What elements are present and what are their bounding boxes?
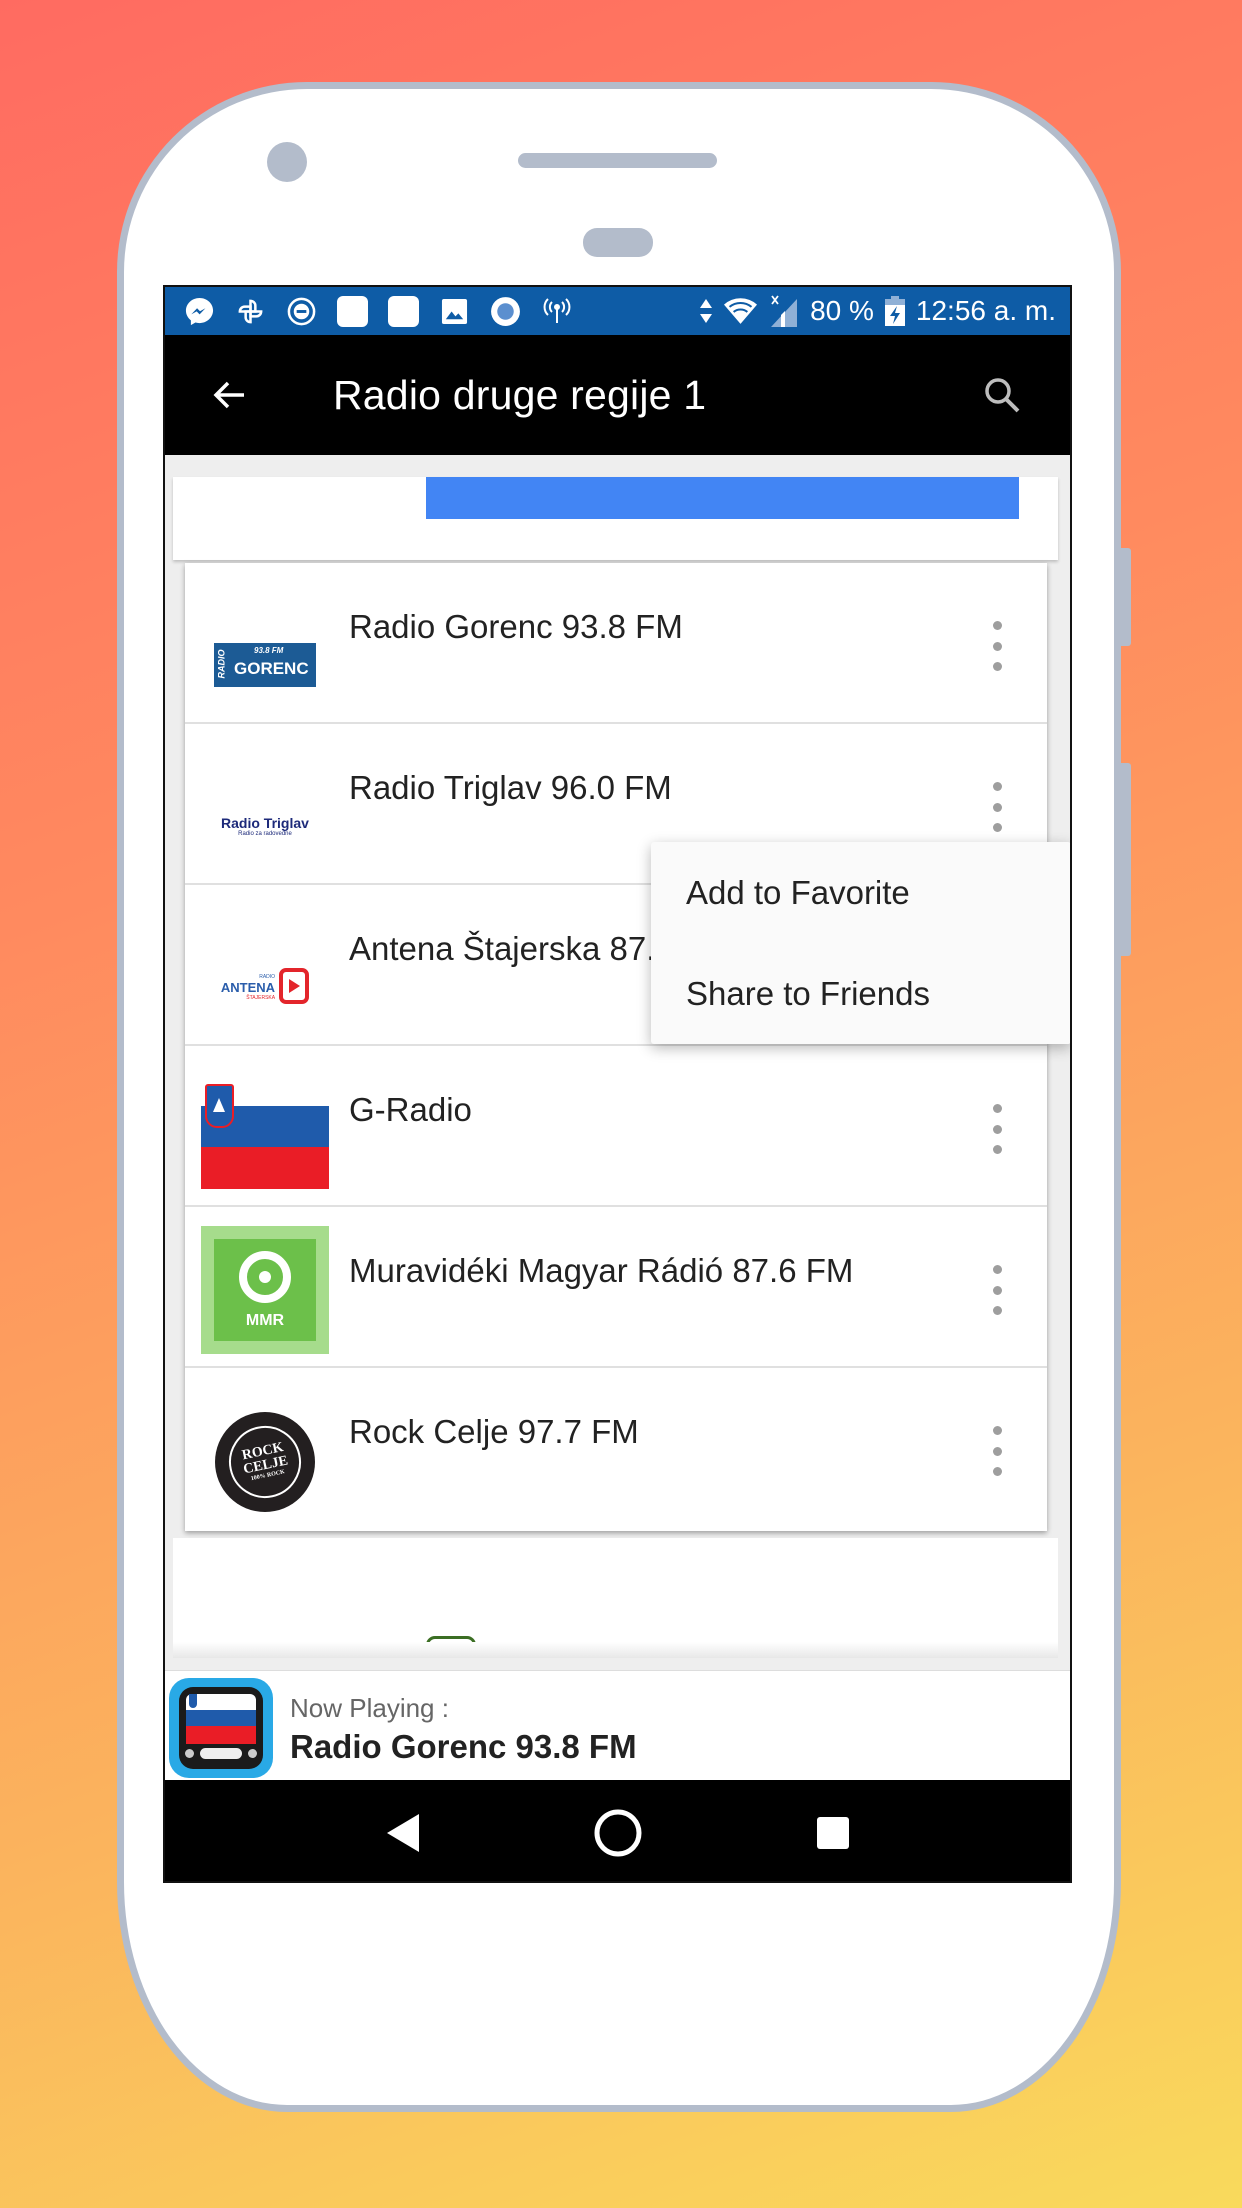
search-icon: [985, 378, 1020, 413]
nav-back-button[interactable]: [368, 1798, 438, 1868]
antena-stajerska-logo: RADIO ANTENA ŠTAJERSKA: [201, 923, 329, 1051]
battery-percent: 80 %: [810, 295, 874, 326]
station-row[interactable]: RADIO 93.8 FM GORENC Radio Gorenc 93.8 F…: [185, 563, 1047, 724]
system-nav-bar: [165, 1780, 1070, 1881]
station-row[interactable]: G-Radio: [185, 1046, 1047, 1207]
image-icon: [438, 295, 471, 328]
ad-fade: [173, 1642, 1058, 1658]
now-playing-bar[interactable]: Now Playing : Radio Gorenc 93.8 FM: [165, 1670, 1070, 1781]
now-playing-label: Now Playing :: [290, 1693, 449, 1723]
more-options-button[interactable]: [987, 1426, 1007, 1476]
logo-sub-text: ŠTAJERSKA: [246, 994, 276, 1001]
play-icon: [279, 968, 310, 1004]
battery-charging-icon: [884, 295, 906, 328]
rock-celje-logo: ROCK CELJE 100% ROCK: [201, 1398, 329, 1526]
triangle-back-icon: [386, 1813, 419, 1852]
more-options-button[interactable]: [987, 782, 1007, 832]
station-row[interactable]: MMR Muravidéki Magyar Rádió 87.6 FM: [185, 1207, 1047, 1368]
phone-side-button: [1121, 763, 1131, 956]
arrow-left-icon: [213, 381, 244, 409]
clock: 12:56 a. m.: [915, 295, 1056, 326]
station-list: RADIO 93.8 FM GORENC Radio Gorenc 93.8 F…: [185, 563, 1047, 1531]
record-icon: [489, 295, 522, 328]
mmr-logo: MMR: [201, 1226, 329, 1354]
station-name: Radio Gorenc 93.8 FM: [349, 608, 683, 645]
phone-screen: 80 % 12:56 a. m. Radio druge regije 1 RA…: [163, 285, 1072, 1883]
phone-side-button: [1121, 548, 1131, 646]
logo-sub-text: 93.8 FM: [254, 646, 284, 655]
logo-main-text: ANTENA: [220, 979, 276, 995]
status-bar: 80 % 12:56 a. m.: [165, 287, 1070, 335]
more-options-button[interactable]: [987, 1104, 1007, 1154]
station-name: Muravidéki Magyar Rádió 87.6 FM: [349, 1252, 854, 1289]
do-not-disturb-icon: [285, 295, 318, 328]
app-icon: [336, 295, 369, 328]
logo-sub-text: Radio za radovedne: [238, 831, 292, 837]
messenger-icon: [183, 295, 216, 328]
station-name: G-Radio: [349, 1091, 472, 1128]
hotspot-icon: [540, 295, 573, 328]
target-icon: [239, 1251, 291, 1303]
logo-main-text: MMR: [245, 1312, 285, 1329]
circle-home-icon: [594, 1809, 641, 1856]
phone-sensor: [583, 228, 653, 257]
more-options-button[interactable]: [987, 1265, 1007, 1315]
signal-no-sim-icon: [767, 295, 800, 328]
app-toolbar: Radio druge regije 1: [165, 335, 1070, 455]
coat-of-arms-icon: [205, 1084, 234, 1128]
station-row[interactable]: ROCK CELJE 100% ROCK Rock Celje 97.7 FM: [185, 1368, 1047, 1529]
logo-main-text: GORENC: [234, 659, 309, 678]
menu-item-share-to-friends[interactable]: Share to Friends: [651, 943, 1070, 1044]
station-list-area: RADIO 93.8 FM GORENC Radio Gorenc 93.8 F…: [165, 455, 1070, 1670]
ad-banner-bottom[interactable]: Ad: [173, 1538, 1058, 1658]
radio-gorenc-logo: RADIO 93.8 FM GORENC: [201, 601, 329, 729]
radio-triglav-logo: Radio Triglav Radio za radovedne: [201, 762, 329, 890]
ad-banner-fill[interactable]: [426, 477, 1019, 519]
station-options-menu: Add to Favorite Share to Friends: [651, 842, 1070, 1044]
ad-banner-top[interactable]: [173, 477, 1058, 560]
nav-recents-button[interactable]: [798, 1798, 868, 1868]
page-title: Radio druge regije 1: [333, 371, 707, 418]
menu-item-add-to-favorite[interactable]: Add to Favorite: [651, 842, 1070, 943]
more-options-button[interactable]: [987, 621, 1007, 671]
square-recents-icon: [816, 1816, 849, 1849]
logo-main-text: Radio Triglav: [221, 815, 309, 831]
station-name: Rock Celje 97.7 FM: [349, 1413, 639, 1450]
radio-app-icon: [169, 1678, 273, 1778]
station-name: Radio Triglav 96.0 FM: [349, 769, 672, 806]
phone-speaker: [518, 153, 717, 168]
data-transfer-icon: [698, 295, 714, 328]
pinwheel-icon: [234, 295, 267, 328]
app-icon: [387, 295, 420, 328]
wifi-icon: [724, 295, 758, 328]
now-playing-station: Radio Gorenc 93.8 FM: [290, 1728, 637, 1765]
logo-side-text: RADIO: [216, 649, 227, 679]
slovenia-flag-logo: [201, 1084, 329, 1189]
search-button[interactable]: [972, 365, 1032, 425]
phone-camera: [267, 142, 307, 182]
nav-home-button[interactable]: [583, 1798, 653, 1868]
back-button[interactable]: [200, 365, 260, 425]
